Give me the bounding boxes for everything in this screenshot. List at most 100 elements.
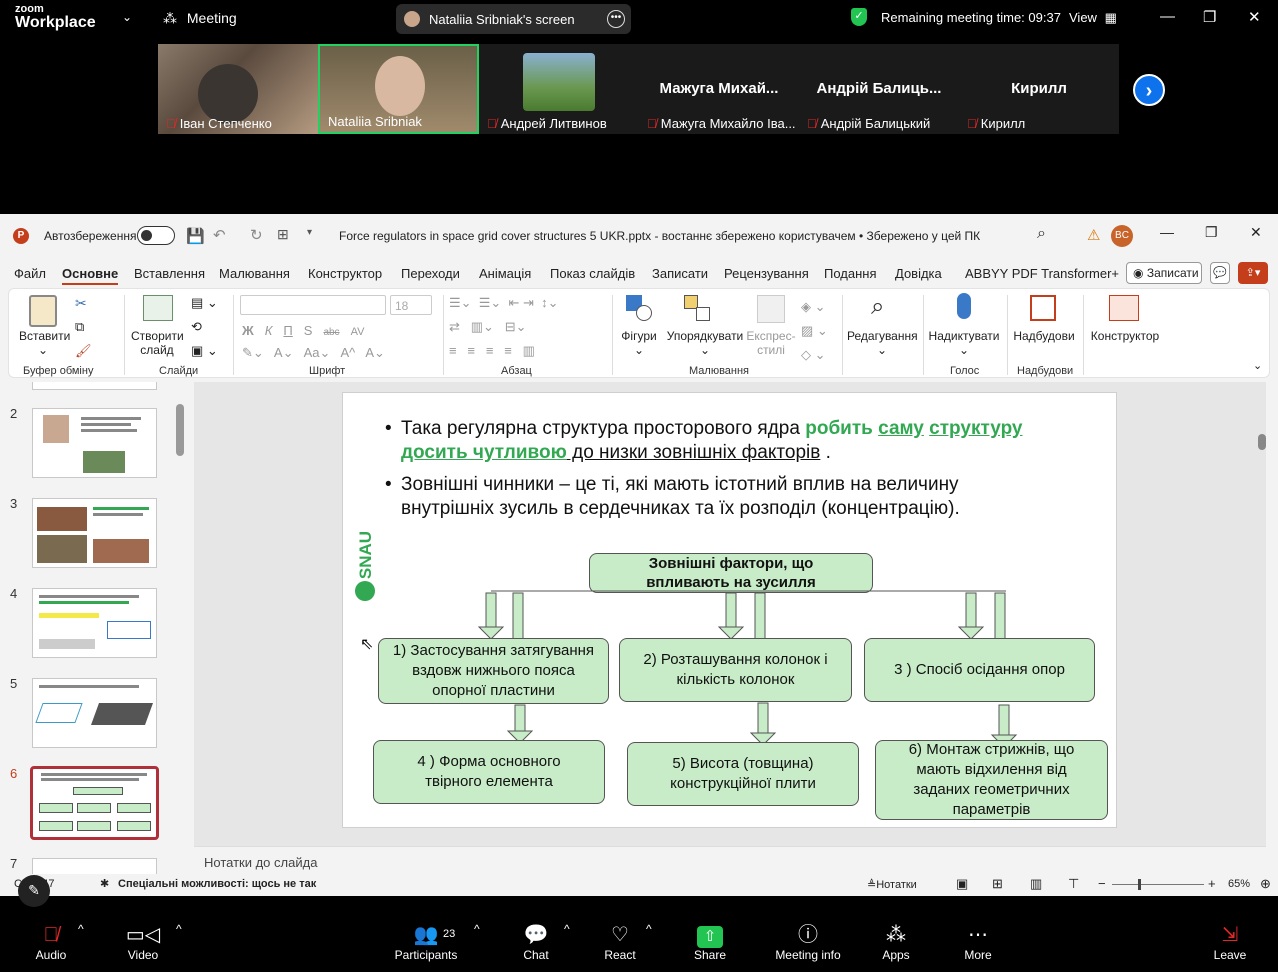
shadow-button[interactable]: S [304, 323, 313, 338]
cut-icon[interactable]: ✂ [75, 295, 87, 312]
list-buttons[interactable]: ☰⌄ ☰⌄ ⇤ ⇥ ↕⌄ [449, 295, 559, 311]
sorter-view-icon[interactable]: ⊞ [992, 876, 1003, 892]
tab-animations[interactable]: Анімація [479, 266, 531, 281]
font-size-select[interactable]: 18 [390, 295, 432, 315]
chat-options-icon[interactable]: ^ [564, 922, 570, 936]
participant-tile[interactable]: Мажуга Михай... 🎙̸ Мажуга Михайло Іва... [639, 44, 799, 134]
shape-format-buttons[interactable]: ◈ ⌄ ▨ ⌄ ◇ ⌄ [801, 295, 828, 367]
screen-share-pill[interactable]: Nataliia Sribniak's screen ••• [396, 4, 631, 34]
autosave-toggle[interactable] [137, 226, 175, 245]
tab-abbyy[interactable]: ABBYY PDF Transformer+ [965, 266, 1119, 281]
meeting-info-button[interactable]: ⓘ Meeting info [770, 922, 846, 962]
paste-icon[interactable] [29, 295, 57, 327]
tab-insert[interactable]: Вставлення [134, 266, 205, 281]
tab-view[interactable]: Подання [824, 266, 877, 281]
pen-icon[interactable]: ✎ [18, 875, 50, 907]
thumb-slide-7[interactable] [32, 858, 157, 874]
designer-button[interactable]: Конструктор [1087, 329, 1163, 343]
participant-tile[interactable]: Кирилл 🎙̸ Кирилл [959, 44, 1119, 134]
find-icon[interactable]: ⌕ [871, 293, 884, 321]
font-name-select[interactable] [240, 295, 386, 315]
apps-button[interactable]: ⁂ Apps [874, 922, 918, 962]
save-icon[interactable]: 💾 [186, 227, 205, 245]
bold-button[interactable]: Ж [242, 323, 254, 338]
view-button[interactable]: View ▦ [1069, 10, 1117, 26]
thumb-slide-2[interactable] [32, 408, 157, 478]
strike-button[interactable]: abc [323, 327, 339, 338]
participant-tile[interactable]: 🎙̸ Андрей Литвинов [479, 44, 639, 134]
restore-icon[interactable]: ❐ [1205, 224, 1218, 241]
thumb-slide-partial[interactable] [32, 382, 157, 390]
restore-icon[interactable]: ❐ [1203, 8, 1216, 26]
close-icon[interactable]: ✕ [1250, 224, 1262, 241]
participant-tile[interactable]: 🎙̸ Іван Степченко [158, 44, 318, 134]
tab-help[interactable]: Довідка [895, 266, 942, 281]
share-button[interactable]: ⇧ Share [688, 922, 732, 962]
more-options-icon[interactable]: ••• [607, 10, 625, 28]
zoom-level[interactable]: 65% [1228, 878, 1250, 890]
designer-icon[interactable] [1109, 295, 1139, 321]
tab-transitions[interactable]: Переходи [401, 266, 460, 281]
zoom-in-icon[interactable]: + [1208, 876, 1216, 891]
search-icon[interactable]: ⌕ [1037, 225, 1046, 243]
quick-styles-icon[interactable] [757, 295, 785, 323]
microphone-icon[interactable] [957, 293, 971, 319]
thumb-slide-6-selected[interactable] [30, 766, 159, 840]
warning-icon[interactable]: ⚠ [1087, 226, 1100, 244]
customize-toolbar-icon[interactable]: ▾ [307, 227, 312, 238]
dictate-button[interactable]: Надиктувати ⌄ [927, 329, 1001, 357]
share-icon[interactable]: ⇪▾ [1238, 262, 1268, 284]
new-slide-icon[interactable] [143, 295, 173, 321]
video-options-icon[interactable]: ^ [176, 922, 182, 936]
shield-check-icon[interactable]: ✓ [851, 8, 867, 26]
leave-button[interactable]: ⇲ Leave [1208, 922, 1252, 962]
comments-icon[interactable]: 💬 [1210, 262, 1230, 284]
tab-draw[interactable]: Малювання [219, 266, 290, 281]
meeting-menu[interactable]: ⁂ Meeting [163, 10, 237, 27]
editing-button[interactable]: Редагування ⌄ [847, 329, 918, 357]
next-page-arrow-icon[interactable]: › [1133, 74, 1165, 106]
new-slide-button[interactable]: Створити слайд [131, 329, 184, 357]
notes-toggle[interactable]: ≜Нотатки [867, 878, 917, 891]
more-button[interactable]: ⋯ More [956, 922, 1000, 962]
collapse-ribbon-icon[interactable]: ⌄ [1253, 359, 1262, 372]
underline-button[interactable]: П [283, 323, 292, 338]
shapes-button[interactable]: Фігури ⌄ [619, 329, 659, 357]
close-icon[interactable]: ✕ [1248, 8, 1261, 26]
tab-review[interactable]: Рецензування [724, 266, 809, 281]
participants-options-icon[interactable]: ^ [474, 922, 480, 936]
chat-button[interactable]: 💬 Chat [514, 922, 558, 962]
reset-icon[interactable]: ⟲ [191, 319, 202, 335]
audio-button[interactable]: 🎙̸ Audio [28, 922, 74, 962]
align-buttons[interactable]: ≡ ≡ ≡ ≡ ▥ [449, 343, 535, 359]
quick-styles-button[interactable]: Експрес-стилі [745, 329, 797, 357]
arrange-button[interactable]: Упорядкувати ⌄ [663, 329, 747, 357]
thumb-slide-4[interactable] [32, 588, 157, 658]
zoom-out-icon[interactable]: − [1098, 876, 1106, 891]
italic-button[interactable]: К [265, 323, 273, 338]
arrange-icon[interactable] [684, 295, 714, 323]
direction-buttons[interactable]: ⇄ ▥⌄ ⊟⌄ [449, 319, 527, 335]
format-painter-icon[interactable]: 🖌 [75, 343, 92, 359]
addins-button[interactable]: Надбудови [1011, 329, 1077, 343]
tab-slideshow[interactable]: Показ слайдів [550, 266, 635, 281]
thumbnails-scrollbar[interactable] [176, 386, 184, 866]
zoom-slider[interactable] [1112, 879, 1204, 890]
tab-record[interactable]: Записати [652, 266, 708, 281]
participant-tile[interactable]: Андрій Балиць... 🎙̸ Андрій Балицький [799, 44, 959, 134]
user-avatar[interactable]: BC [1111, 225, 1133, 247]
video-button[interactable]: ▭◁ Video [120, 922, 166, 962]
layout-icon[interactable]: ▤ ⌄ [191, 295, 218, 311]
react-options-icon[interactable]: ^ [646, 922, 652, 936]
present-icon[interactable]: ⊞ [277, 226, 289, 243]
tab-file[interactable]: Файл [14, 266, 46, 281]
addins-icon[interactable] [1030, 295, 1056, 321]
copy-icon[interactable]: ⧉ [75, 319, 84, 335]
spacing-button[interactable]: AV [351, 326, 365, 338]
audio-options-icon[interactable]: ^ [78, 922, 84, 936]
minimize-icon[interactable]: — [1160, 8, 1175, 25]
fit-to-window-icon[interactable]: ⊕ [1260, 876, 1271, 892]
font-color-buttons[interactable]: ✎⌄ A⌄ Aa⌄ A^ A⌄ [242, 345, 385, 361]
section-icon[interactable]: ▣ ⌄ [191, 343, 218, 359]
record-button[interactable]: ◉ Записати [1126, 262, 1202, 284]
